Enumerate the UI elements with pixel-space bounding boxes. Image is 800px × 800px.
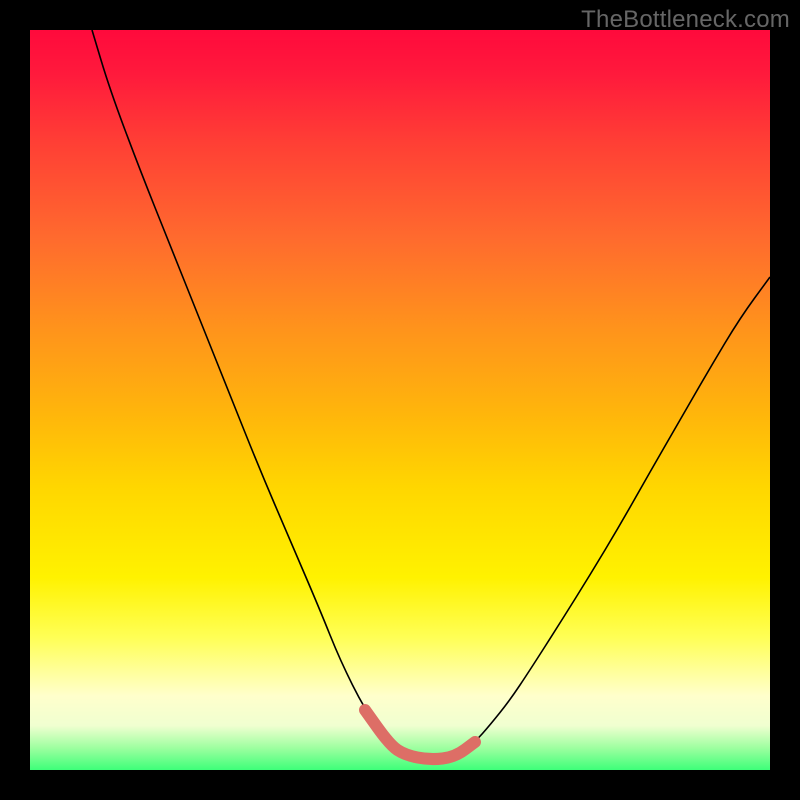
plot-area bbox=[30, 30, 770, 770]
chart-frame: TheBottleneck.com bbox=[0, 0, 800, 800]
bottleneck-curve-path bbox=[92, 30, 770, 759]
optimal-band-path bbox=[365, 710, 475, 759]
curve-svg bbox=[30, 30, 770, 770]
watermark-label: TheBottleneck.com bbox=[581, 6, 790, 34]
